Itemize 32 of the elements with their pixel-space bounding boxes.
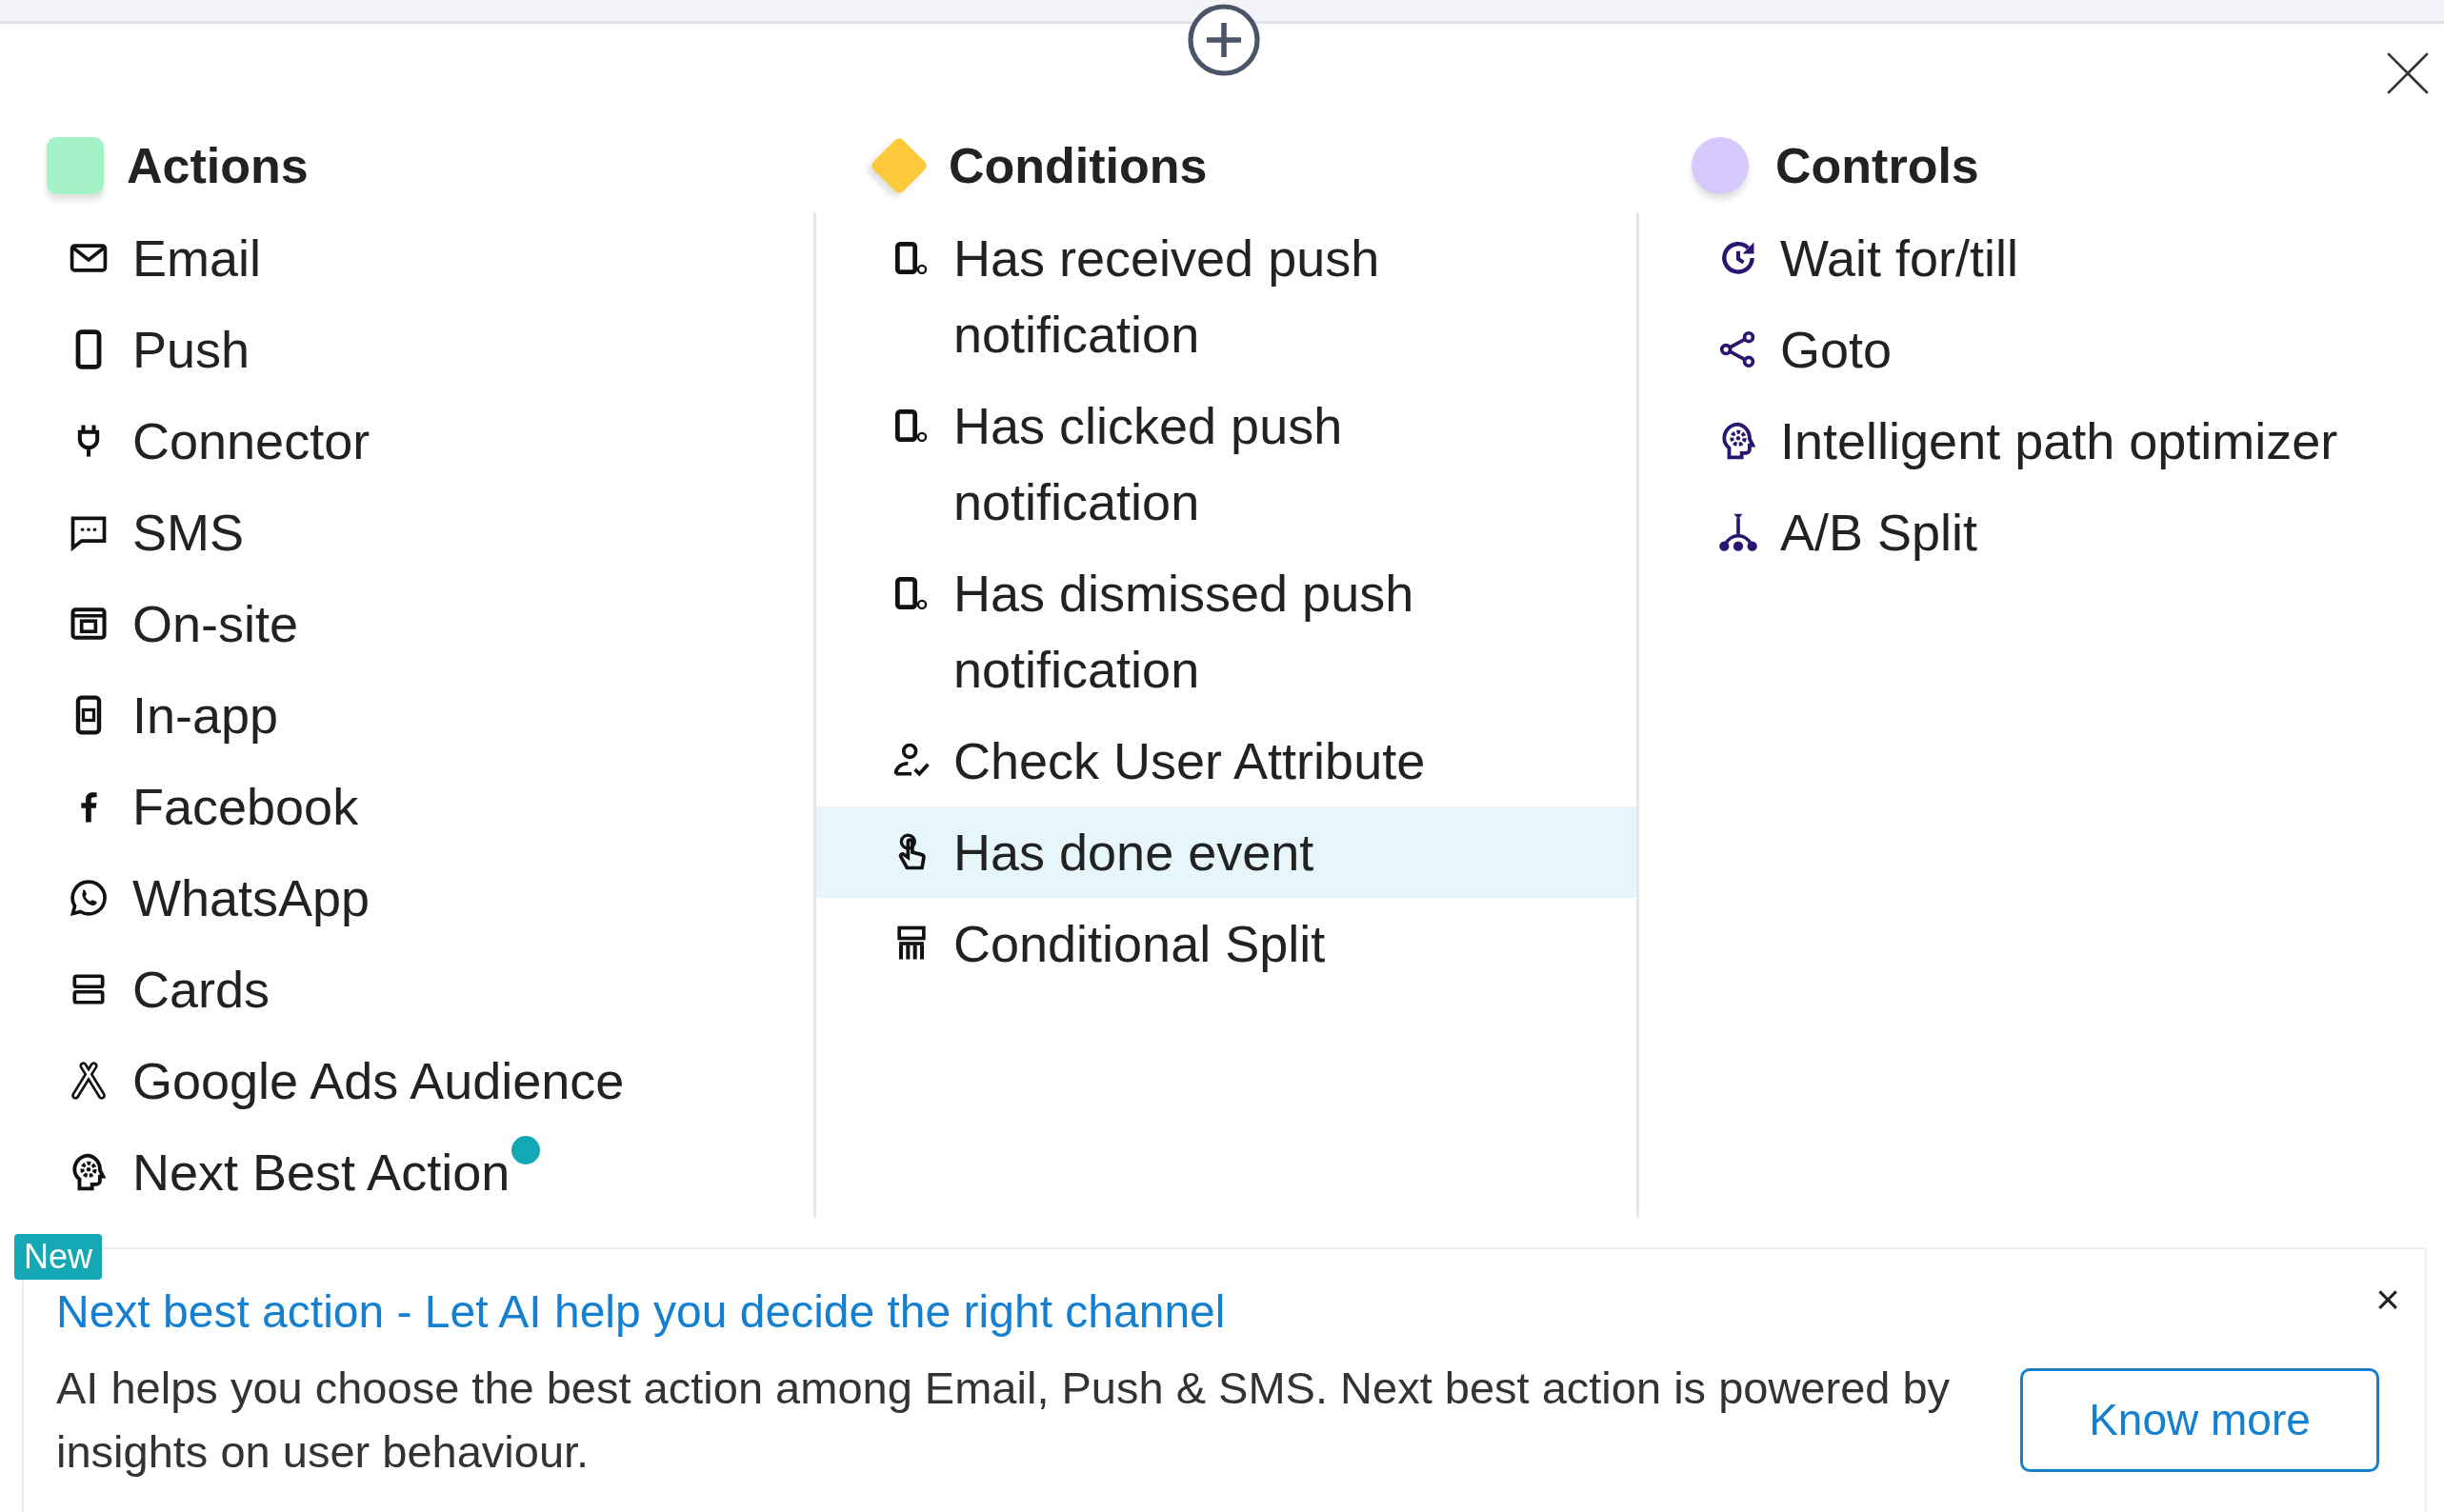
column-heading: Controls bbox=[1775, 137, 1979, 194]
column-heading: Conditions bbox=[949, 137, 1208, 194]
menu-item[interactable]: WhatsApp bbox=[0, 852, 813, 944]
menu-item[interactable]: A/B Split bbox=[1639, 487, 2444, 578]
menu-item[interactable]: Connector bbox=[0, 395, 813, 487]
know-more-button[interactable]: Know more bbox=[2020, 1367, 2379, 1472]
menu-item[interactable]: Check User Attribute bbox=[816, 715, 1636, 806]
menu-item[interactable]: Goto bbox=[1639, 304, 2444, 395]
menu-item[interactable]: Next Best Action bbox=[0, 1126, 813, 1218]
menu-item[interactable]: Has clicked push notification bbox=[816, 380, 1636, 547]
new-badge: New bbox=[14, 1234, 103, 1280]
menu-item[interactable]: Push bbox=[0, 304, 813, 395]
menu-item[interactable]: In-app bbox=[0, 669, 813, 761]
menu-item[interactable]: SMS bbox=[0, 487, 813, 578]
close-button[interactable]: × bbox=[2370, 1276, 2406, 1323]
menu-item[interactable]: On-site bbox=[0, 578, 813, 669]
menu-item[interactable]: Has done event bbox=[816, 806, 1636, 898]
menu-item[interactable]: Has received push notification bbox=[816, 212, 1636, 380]
menu-item[interactable]: Conditional Split bbox=[816, 898, 1636, 989]
banner-title: Next best action - Let AI help you decide the right channel bbox=[56, 1285, 1226, 1339]
menu-item[interactable]: Wait for/till bbox=[1639, 212, 2444, 304]
menu-item[interactable]: Google Ads Audience bbox=[0, 1035, 813, 1126]
phone-bubble-icon bbox=[68, 877, 110, 919]
add-icon[interactable] bbox=[1186, 2, 1262, 78]
banner-text: AI helps you choose the best action among Email, Push & SMS. Next best action is powered by insights on user behaviour. bbox=[56, 1362, 1952, 1479]
menu-item[interactable]: Intelligent path optimizer bbox=[1639, 395, 2444, 487]
menu-item[interactable]: Facebook bbox=[0, 761, 813, 852]
menu-item[interactable]: Has dismissed push notification bbox=[816, 547, 1636, 715]
menu-item[interactable]: Cards bbox=[0, 944, 813, 1035]
tree-split-icon bbox=[1717, 511, 1759, 553]
menu-item[interactable]: Email bbox=[0, 212, 813, 304]
column-heading: Actions bbox=[127, 137, 309, 194]
